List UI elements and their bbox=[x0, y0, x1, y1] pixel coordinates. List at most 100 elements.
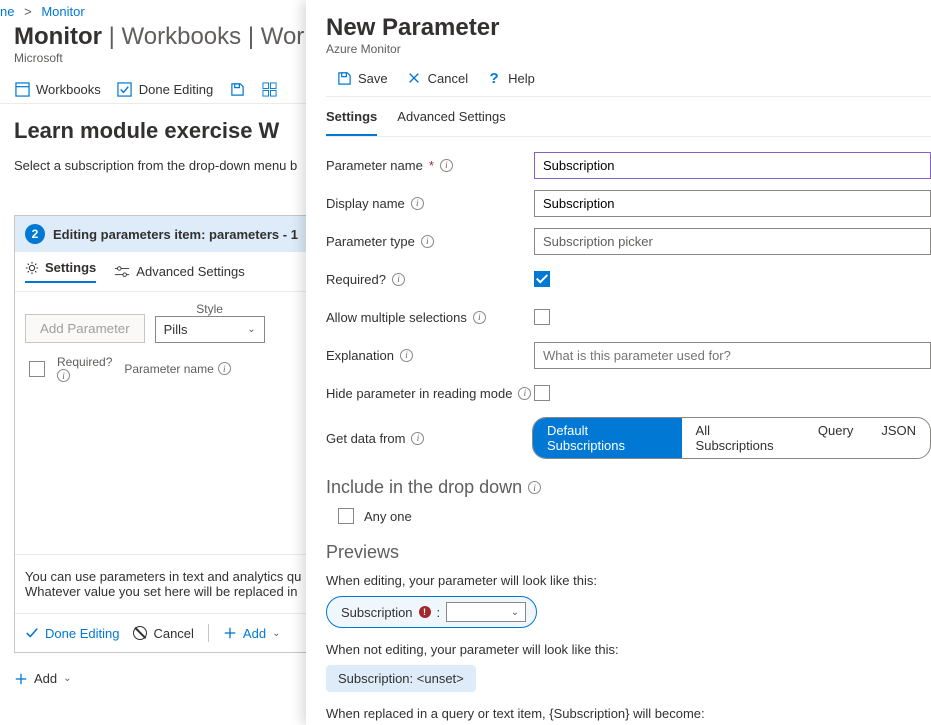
label-hide-reading: Hide parameter in reading mode bbox=[326, 386, 512, 401]
new-parameter-panel: New Parameter Azure Monitor Save Cancel … bbox=[306, 0, 931, 725]
include-heading: Include in the drop down bbox=[326, 477, 522, 498]
save-icon[interactable] bbox=[229, 81, 245, 97]
toolbar-workbooks-label: Workbooks bbox=[36, 82, 101, 97]
label-explanation: Explanation bbox=[326, 348, 394, 363]
required-asterisk: * bbox=[429, 158, 434, 173]
style-select[interactable]: Pills ⌄ bbox=[155, 316, 265, 343]
page-add-button[interactable]: Add ⌄ bbox=[0, 653, 86, 704]
pill-default-subscriptions[interactable]: Default Subscriptions bbox=[533, 418, 682, 458]
subtab-advanced[interactable]: Advanced Settings bbox=[114, 264, 244, 279]
label-display-name: Display name bbox=[326, 196, 405, 211]
toolbar-done-editing-label: Done Editing bbox=[139, 82, 213, 97]
close-icon bbox=[406, 70, 422, 86]
parameter-name-input[interactable] bbox=[534, 152, 931, 179]
chevron-down-icon: ⌄ bbox=[511, 607, 519, 618]
info-icon[interactable]: i bbox=[421, 235, 434, 248]
panel-cancel-label: Cancel bbox=[428, 71, 468, 86]
label-required: Required? bbox=[326, 272, 386, 287]
panel-title: New Parameter bbox=[326, 14, 931, 42]
label-parameter-name: Parameter name bbox=[326, 158, 423, 173]
preview-replaced-text: When replaced in a query or text item, {… bbox=[326, 706, 931, 721]
panel-save-button[interactable]: Save bbox=[336, 70, 388, 86]
info-icon[interactable]: i bbox=[440, 159, 453, 172]
check-icon bbox=[25, 626, 39, 640]
info-icon[interactable]: i bbox=[392, 273, 405, 286]
panel-tab-settings[interactable]: Settings bbox=[326, 109, 377, 136]
label-get-data-from: Get data from bbox=[326, 431, 405, 446]
explanation-input[interactable] bbox=[534, 342, 931, 369]
subtab-settings-label: Settings bbox=[45, 260, 96, 275]
info-icon[interactable]: i bbox=[528, 481, 541, 494]
grid-icon[interactable] bbox=[261, 81, 277, 97]
breadcrumb-separator: > bbox=[24, 4, 32, 19]
preview-editing-pill[interactable]: Subscription ! : ⌄ bbox=[326, 596, 537, 628]
allow-multiple-checkbox[interactable] bbox=[534, 309, 550, 325]
chevron-down-icon: ⌄ bbox=[247, 324, 255, 335]
info-icon[interactable]: i bbox=[473, 311, 486, 324]
toolbar-done-editing[interactable]: Done Editing bbox=[117, 81, 213, 97]
col-parameter-name: Parameter name bbox=[124, 362, 213, 376]
hide-reading-checkbox[interactable] bbox=[534, 385, 550, 401]
footer-done-editing[interactable]: Done Editing bbox=[25, 626, 119, 641]
info-icon[interactable]: i bbox=[57, 369, 70, 382]
edit-header-title: Editing parameters item: parameters - 1 bbox=[53, 227, 298, 242]
footer-cancel-label: Cancel bbox=[153, 626, 193, 641]
panel-subtitle: Azure Monitor bbox=[326, 42, 931, 56]
required-checkbox[interactable] bbox=[534, 271, 550, 287]
info-icon[interactable]: i bbox=[411, 432, 424, 445]
footer-done-editing-label: Done Editing bbox=[45, 626, 119, 641]
panel-tab-advanced[interactable]: Advanced Settings bbox=[397, 109, 505, 136]
info-icon[interactable]: i bbox=[400, 349, 413, 362]
panel-save-label: Save bbox=[358, 71, 388, 86]
anyone-checkbox[interactable] bbox=[338, 508, 354, 524]
subtab-settings[interactable]: Settings bbox=[25, 260, 96, 283]
save-icon bbox=[336, 70, 352, 86]
divider bbox=[208, 624, 209, 642]
label-allow-multiple: Allow multiple selections bbox=[326, 310, 467, 325]
preview-not-editing-chip: Subscription: <unset> bbox=[326, 665, 476, 692]
pill-json[interactable]: JSON bbox=[867, 418, 930, 458]
panel-help-button[interactable]: ? Help bbox=[486, 70, 535, 86]
display-name-input[interactable] bbox=[534, 190, 931, 217]
data-source-toggle: Default Subscriptions All Subscriptions … bbox=[532, 417, 931, 459]
step-badge: 2 bbox=[25, 224, 45, 244]
sliders-icon bbox=[114, 265, 130, 279]
page-title-strong: Monitor bbox=[14, 23, 102, 50]
label-parameter-type: Parameter type bbox=[326, 234, 415, 249]
style-label: Style bbox=[155, 302, 265, 316]
plus-icon bbox=[223, 626, 237, 640]
page-add-label: Add bbox=[34, 671, 57, 686]
subtab-advanced-label: Advanced Settings bbox=[136, 264, 244, 279]
previews-heading: Previews bbox=[326, 542, 931, 563]
add-parameter-button[interactable]: Add Parameter bbox=[25, 314, 145, 343]
info-icon[interactable]: i bbox=[518, 387, 531, 400]
breadcrumb-monitor[interactable]: Monitor bbox=[41, 4, 84, 19]
chevron-down-icon: ⌄ bbox=[272, 628, 280, 639]
panel-cancel-button[interactable]: Cancel bbox=[406, 70, 468, 86]
plus-icon bbox=[14, 672, 28, 686]
panel-help-label: Help bbox=[508, 71, 535, 86]
preview-editing-label: Subscription bbox=[341, 605, 413, 620]
anyone-label: Any one bbox=[364, 509, 412, 524]
info-icon[interactable]: i bbox=[218, 362, 231, 375]
pill-query[interactable]: Query bbox=[804, 418, 867, 458]
breadcrumb-home[interactable]: ne bbox=[0, 4, 14, 19]
select-all-checkbox[interactable] bbox=[29, 361, 45, 377]
workbooks-icon bbox=[14, 81, 30, 97]
toolbar-workbooks[interactable]: Workbooks bbox=[14, 81, 101, 97]
preview-not-editing-text: When not editing, your parameter will lo… bbox=[326, 642, 931, 657]
preview-colon: : bbox=[437, 605, 441, 620]
pill-all-subscriptions[interactable]: All Subscriptions bbox=[682, 418, 804, 458]
preview-select[interactable]: ⌄ bbox=[446, 602, 526, 622]
error-icon: ! bbox=[419, 606, 431, 618]
footer-cancel[interactable]: Cancel bbox=[133, 626, 193, 641]
preview-editing-text: When editing, your parameter will look l… bbox=[326, 573, 931, 588]
parameter-type-select[interactable]: Subscription picker bbox=[534, 228, 931, 255]
footer-add[interactable]: Add ⌄ bbox=[223, 626, 281, 641]
style-select-value: Pills bbox=[164, 322, 188, 337]
col-required: Required? bbox=[57, 355, 112, 369]
gear-icon bbox=[25, 261, 39, 275]
done-editing-icon bbox=[117, 81, 133, 97]
footer-add-label: Add bbox=[243, 626, 266, 641]
info-icon[interactable]: i bbox=[411, 197, 424, 210]
